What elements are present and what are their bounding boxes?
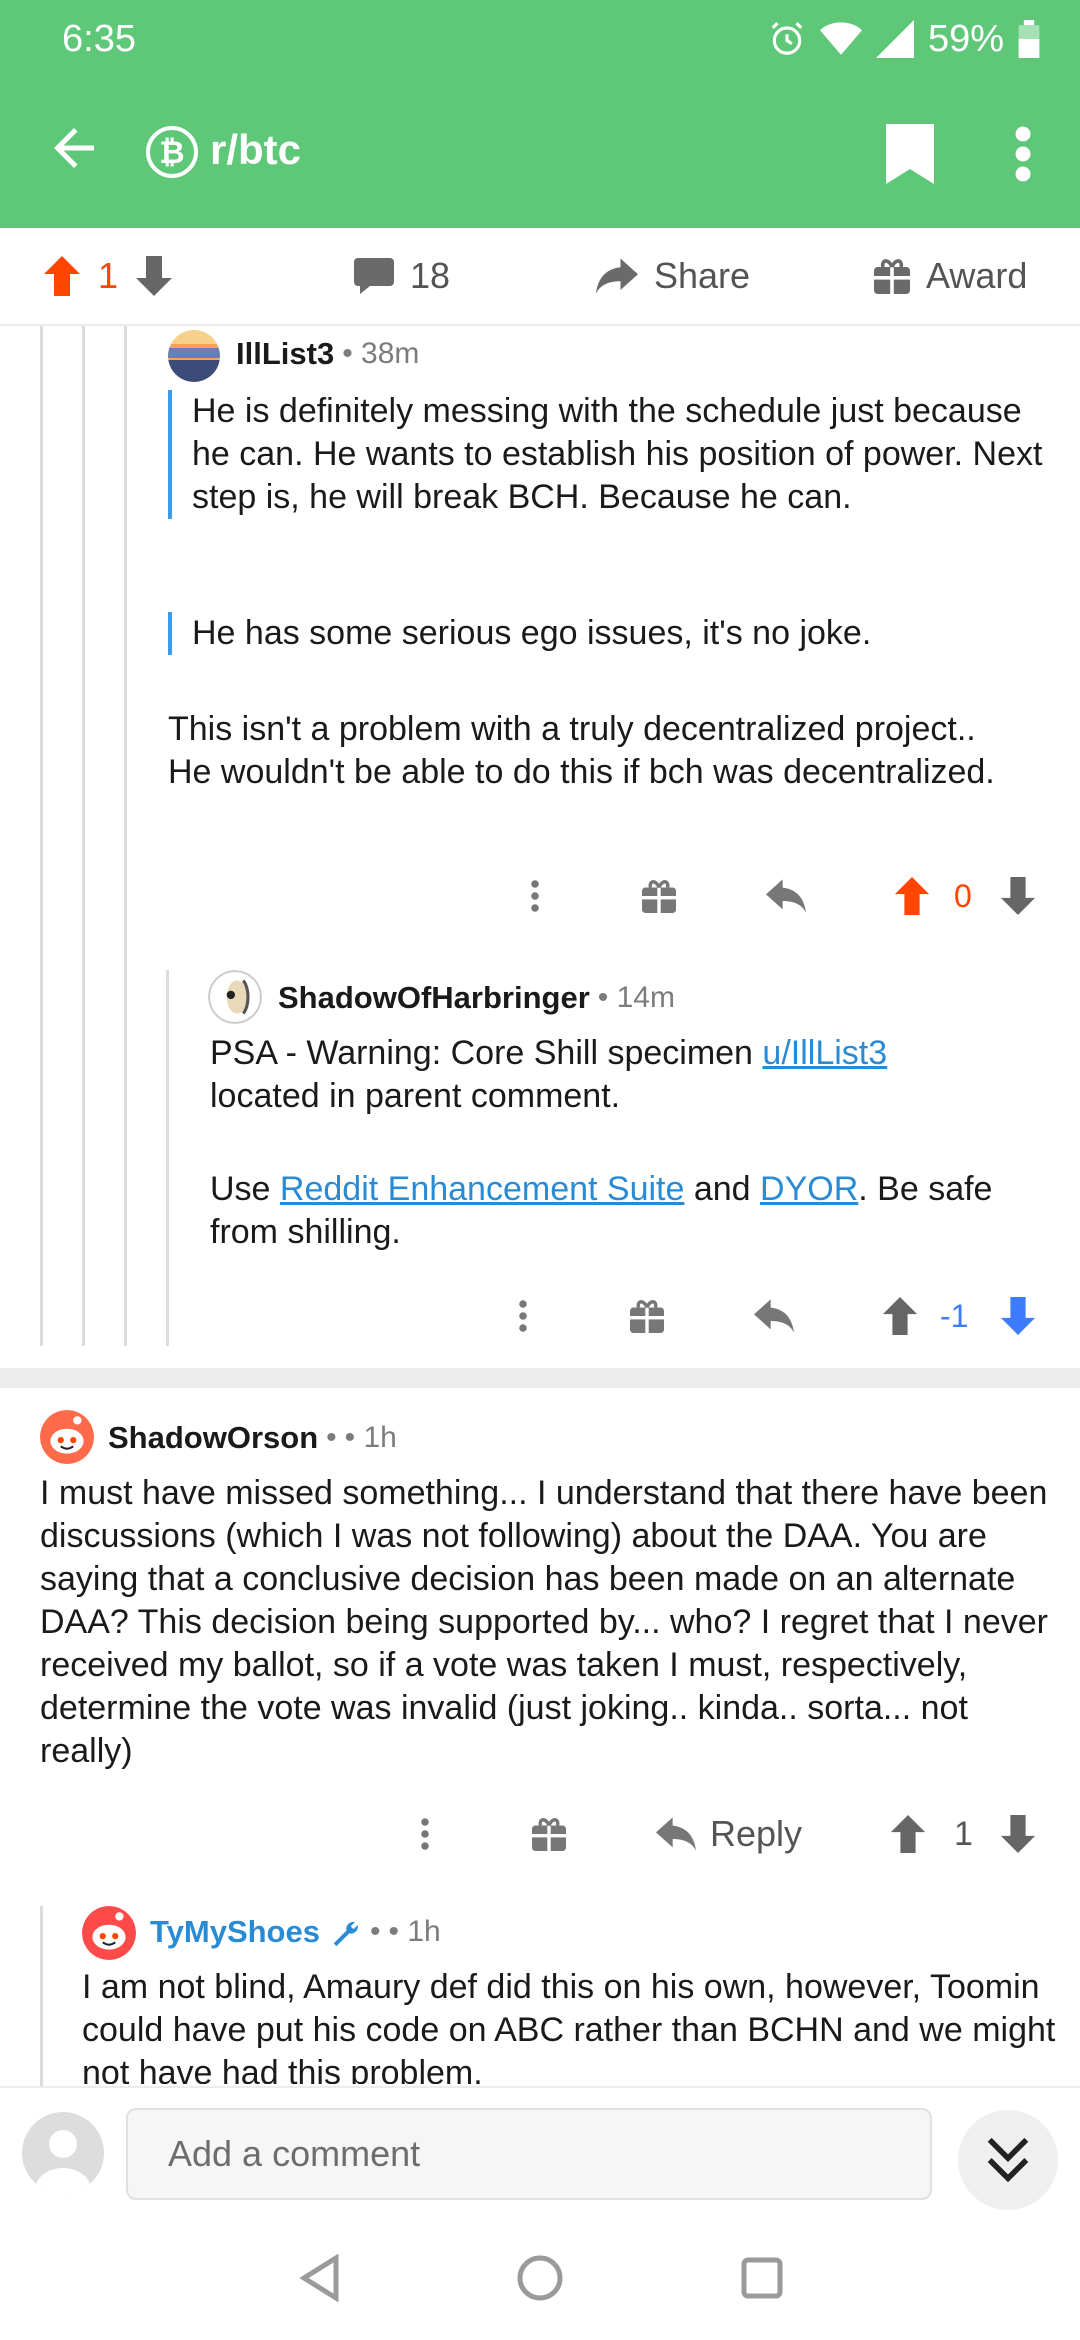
comment-actions: -1 [504,1286,1046,1346]
comment-body: I must have missed something... I unders… [40,1474,1048,1770]
nav-recents-icon[interactable] [738,2254,786,2302]
award-label: Award [926,255,1028,296]
comment-score: 0 [954,877,972,914]
subreddit-name[interactable]: r/btc [210,126,301,174]
back-arrow-icon[interactable] [44,118,104,178]
dyor-link[interactable]: DYOR [760,1170,858,1208]
downvote-icon[interactable] [1000,1297,1036,1335]
svg-text:₿: ₿ [159,135,184,170]
upvote-icon[interactable] [890,1815,926,1853]
post-score: 1 [98,255,119,296]
thread-line[interactable] [82,326,85,1346]
add-comment-input[interactable]: Add a comment [126,2108,932,2200]
comments-button[interactable]: 18 [354,228,450,324]
post-action-bar: 1 18 Share Award [0,228,1080,326]
status-time: 6:35 [62,18,136,60]
bookmark-icon[interactable] [886,124,934,184]
comment-author[interactable]: IllList3 [236,336,334,372]
reply-icon [656,1817,696,1851]
bitcoin-icon[interactable]: ₿ [146,126,198,178]
downvote-icon[interactable] [136,256,173,296]
gift-icon[interactable] [532,1817,566,1851]
comment-author[interactable]: TyMyShoes [150,1914,320,1950]
battery-icon [1018,20,1040,58]
avatar[interactable] [208,970,262,1024]
res-link[interactable]: Reddit Enhancement Suite [280,1170,684,1208]
comment-author[interactable]: ShadowOrson [108,1420,318,1456]
reply-icon[interactable] [754,1299,794,1333]
more-vertical-icon[interactable] [530,878,540,914]
post-vote: 1 [44,228,173,324]
nav-back-icon[interactable] [296,2254,344,2302]
comment-age: • 1h [388,1915,441,1948]
comment-score: 1 [954,1814,973,1853]
comment-actions: Reply 1 [410,1804,1046,1864]
wrench-icon [333,1921,358,1947]
text-segment: PSA - Warning: Core Shill specimen [210,1034,763,1072]
separator: • [326,1421,337,1454]
add-comment-bar: Add a comment [0,2086,1080,2218]
thread-line[interactable] [40,1906,43,2086]
comment-age: • 38m [342,337,420,370]
thread-line[interactable] [124,326,127,1346]
app-header: 6:35 59% ₿ r/btc [0,0,1080,228]
comment-body: I am not blind, Amaury def did this on h… [82,1968,1056,2084]
text-segment: and [684,1170,761,1208]
double-chevron-down-icon [987,2137,1029,2183]
comment-author[interactable]: ShadowOfHarbringer [278,980,590,1016]
gift-icon [874,259,910,294]
next-comment-button[interactable] [958,2110,1058,2210]
gift-icon[interactable] [630,1299,664,1333]
quoted-text: He is definitely messing with the schedu… [168,390,1052,519]
comment-count: 18 [410,255,451,296]
comment-age: • 1h [344,1421,397,1454]
comment-body: PSA - Warning: Core Shill specimen u/Ill… [210,1032,1050,1118]
avatar[interactable] [168,330,220,382]
status-icons: 59% [768,14,1040,64]
comment-age: • 14m [597,981,675,1014]
gift-icon[interactable] [642,879,676,913]
share-label: Share [654,255,751,296]
text-segment: Use [210,1170,280,1208]
snoo-avatar-icon[interactable] [82,1906,136,1960]
upvote-icon[interactable] [882,1297,918,1335]
quoted-text: He has some serious ego issues, it's no … [168,612,1052,655]
thread-divider [0,1368,1080,1388]
user-avatar-icon[interactable] [22,2112,104,2194]
downvote-icon[interactable] [1000,877,1036,915]
snoo-avatar-icon[interactable] [40,1410,94,1464]
comment-score: -1 [940,1297,969,1334]
alarm-icon [771,22,803,55]
nav-home-icon[interactable] [516,2254,564,2302]
separator: • [369,1915,381,1948]
award-button[interactable]: Award [874,228,1027,324]
battery-percent: 59% [927,17,1004,60]
reply-icon[interactable] [766,879,806,913]
comment-icon [354,258,394,294]
wifi-icon [819,22,862,55]
more-vertical-icon[interactable] [1010,124,1036,184]
reply-button[interactable]: Reply [656,1813,802,1855]
comment-body: This isn't a problem with a truly decent… [168,710,995,791]
more-vertical-icon[interactable] [420,1816,430,1852]
signal-icon [875,20,914,58]
share-icon [596,258,638,294]
downvote-icon[interactable] [1000,1815,1036,1853]
user-link[interactable]: u/IllList3 [762,1034,887,1072]
thread-line[interactable] [40,326,43,1346]
comment-actions: 0 [516,866,1046,926]
share-button[interactable]: Share [596,228,750,324]
thread-line[interactable] [166,970,169,1346]
system-nav-bar [0,2216,1080,2340]
text-segment: located in parent comment. [210,1077,621,1115]
comment-body: Use Reddit Enhancement Suite and DYOR. B… [210,1168,1050,1254]
upvote-icon[interactable] [44,256,80,296]
more-vertical-icon[interactable] [518,1298,528,1334]
upvote-icon[interactable] [894,877,930,915]
reply-label: Reply [710,1813,803,1854]
